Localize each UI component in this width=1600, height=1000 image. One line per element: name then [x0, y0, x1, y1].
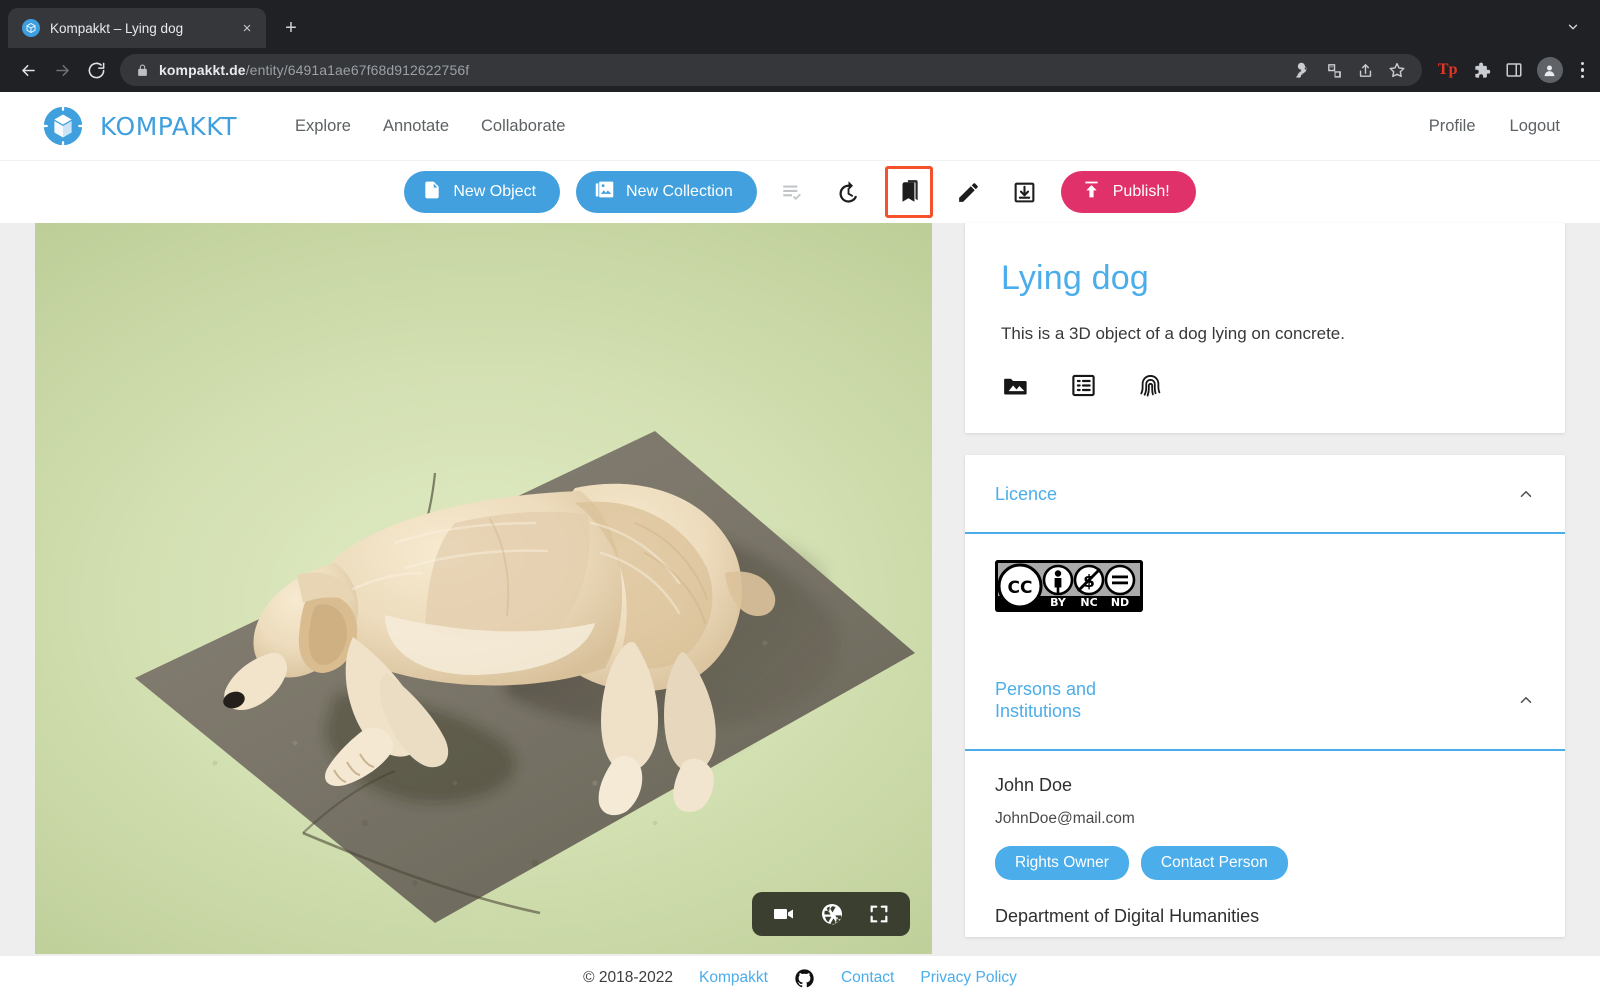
playlist-check-icon — [773, 172, 813, 212]
lock-icon — [136, 64, 149, 77]
document-icon — [422, 180, 442, 205]
history-icon[interactable] — [829, 172, 869, 212]
publish-button[interactable]: Publish! — [1060, 171, 1196, 213]
copyright-text: © 2018-2022 — [583, 969, 674, 986]
kompakkt-cube-icon — [22, 19, 40, 37]
header-user-actions: Profile Logout — [1429, 117, 1560, 136]
new-object-label: New Object — [453, 183, 537, 200]
fullscreen-icon[interactable] — [868, 903, 890, 925]
nav-item-collaborate[interactable]: Collaborate — [481, 117, 565, 136]
persons-accordion-body: John Doe JohnDoe@mail.com Rights Owner C… — [965, 751, 1565, 937]
person-name: John Doe — [995, 774, 1073, 795]
nav-item-profile[interactable]: Profile — [1429, 117, 1476, 136]
browser-chrome: Kompakkt – Lying dog × + kompakkt.de/ent… — [0, 0, 1600, 92]
model-viewer[interactable] — [35, 223, 932, 954]
close-icon[interactable]: × — [236, 17, 258, 39]
persons-accordion-header[interactable]: Persons and Institutions — [965, 650, 1565, 751]
profile-avatar-icon[interactable] — [1536, 57, 1563, 83]
svg-text:NC: NC — [1080, 596, 1097, 609]
bookmarks-icon[interactable] — [884, 166, 933, 218]
footer-brand-link[interactable]: Kompakkt — [699, 969, 768, 987]
metadata-card: Licence CC $ BY NC ND Persons and Instit… — [965, 455, 1565, 937]
side-panel-icon[interactable] — [1505, 61, 1523, 79]
download-icon[interactable] — [1005, 172, 1045, 212]
tab-strip: Kompakkt – Lying dog × + — [0, 0, 1600, 48]
chrome-menu-icon[interactable] — [1577, 61, 1589, 79]
object-description: This is a 3D object of a dog lying on co… — [1001, 324, 1345, 343]
chevron-up-icon[interactable] — [1517, 691, 1535, 709]
collection-images-icon — [594, 179, 615, 205]
extensions-puzzle-icon[interactable] — [1472, 61, 1491, 80]
extension-icons: Tp — [1432, 57, 1588, 83]
github-icon[interactable] — [794, 968, 815, 989]
kompakkt-logo-icon — [39, 102, 87, 150]
bookmark-star-icon[interactable] — [1388, 61, 1406, 79]
browser-tab[interactable]: Kompakkt – Lying dog × — [8, 8, 266, 48]
page-title: Lying dog — [1001, 259, 1149, 297]
new-tab-button[interactable]: + — [276, 13, 306, 43]
nav-item-logout[interactable]: Logout — [1510, 117, 1560, 136]
licence-title: Licence — [995, 484, 1058, 504]
object-detail-panel: Lying dog This is a 3D object of a dog l… — [965, 223, 1565, 937]
svg-text:CC: CC — [1008, 578, 1033, 598]
site-header: KOMPAKKT Explore Annotate Collaborate Pr… — [0, 92, 1600, 160]
model-scene — [135, 431, 915, 923]
back-arrow-icon[interactable] — [12, 54, 44, 86]
camera-aperture-icon[interactable] — [820, 902, 844, 926]
fingerprint-icon[interactable] — [1137, 372, 1164, 399]
licence-accordion-header[interactable]: Licence — [965, 455, 1565, 534]
role-tag-rights-owner[interactable]: Rights Owner — [995, 845, 1129, 880]
publish-label: Publish! — [1112, 183, 1170, 200]
creative-commons-by-nc-nd-badge[interactable]: CC $ BY NC ND — [995, 559, 1143, 612]
object-summary-card: Lying dog This is a 3D object of a dog l… — [965, 223, 1565, 433]
footer-link-contact[interactable]: Contact — [841, 969, 894, 987]
nav-item-explore[interactable]: Explore — [295, 117, 351, 136]
video-camera-icon[interactable] — [772, 902, 796, 926]
password-key-icon[interactable] — [1295, 62, 1312, 79]
persons-title-line2: Institutions — [995, 701, 1082, 721]
page-body: KOMPAKKT Explore Annotate Collaborate Pr… — [0, 92, 1600, 1000]
image-collection-icon[interactable] — [1003, 372, 1030, 399]
licence-accordion-body: CC $ BY NC ND — [965, 534, 1565, 622]
upload-icon — [1081, 179, 1102, 205]
main-content: Lying dog This is a 3D object of a dog l… — [0, 223, 1600, 954]
persons-title: Persons and Institutions — [995, 678, 1096, 723]
person-email: JohnDoe@mail.com — [995, 809, 1135, 827]
edit-pencil-icon[interactable] — [949, 172, 989, 212]
url-text: kompakkt.de/entity/6491a1ae67f68d9126227… — [159, 62, 469, 78]
person-role-tags: Rights Owner Contact Person — [995, 845, 1535, 880]
object-icon-row — [1001, 372, 1529, 399]
new-object-button[interactable]: New Object — [404, 171, 561, 213]
tp-extension-icon[interactable]: Tp — [1438, 61, 1458, 79]
institution-name: Department of Digital Humanities — [995, 905, 1260, 926]
action-toolbar: New Object New Collection Publish! — [0, 160, 1600, 223]
address-bar[interactable]: kompakkt.de/entity/6491a1ae67f68d9126227… — [120, 54, 1422, 86]
site-footer: © 2018-2022 Kompakkt Contact Privacy Pol… — [0, 956, 1600, 1000]
persons-title-line1: Persons and — [995, 678, 1097, 699]
viewer-controls — [752, 892, 910, 936]
chevron-up-icon[interactable] — [1517, 485, 1535, 503]
main-nav: Explore Annotate Collaborate — [295, 117, 565, 136]
brand-logo[interactable]: KOMPAKKT — [39, 102, 237, 150]
translate-icon[interactable] — [1326, 62, 1343, 79]
brand-name: KOMPAKKT — [100, 111, 237, 141]
footer-link-privacy[interactable]: Privacy Policy — [920, 969, 1016, 987]
list-details-icon[interactable] — [1070, 372, 1097, 399]
share-icon[interactable] — [1357, 62, 1374, 79]
new-collection-label: New Collection — [626, 183, 733, 200]
new-collection-button[interactable]: New Collection — [576, 171, 757, 213]
tab-title: Kompakkt – Lying dog — [50, 20, 184, 36]
omnibox-actions — [1295, 61, 1414, 79]
url-path: /entity/6491a1ae67f68d912622756f — [245, 62, 470, 78]
svg-text:ND: ND — [1111, 596, 1129, 609]
svg-text:BY: BY — [1050, 596, 1067, 609]
url-domain: kompakkt.de — [159, 62, 246, 78]
role-tag-contact-person[interactable]: Contact Person — [1140, 845, 1288, 880]
chevron-down-icon[interactable] — [1562, 16, 1584, 38]
browser-toolbar: kompakkt.de/entity/6491a1ae67f68d9126227… — [0, 48, 1600, 92]
reload-icon[interactable] — [80, 54, 112, 86]
forward-arrow-icon — [46, 54, 78, 86]
nav-item-annotate[interactable]: Annotate — [383, 117, 449, 136]
